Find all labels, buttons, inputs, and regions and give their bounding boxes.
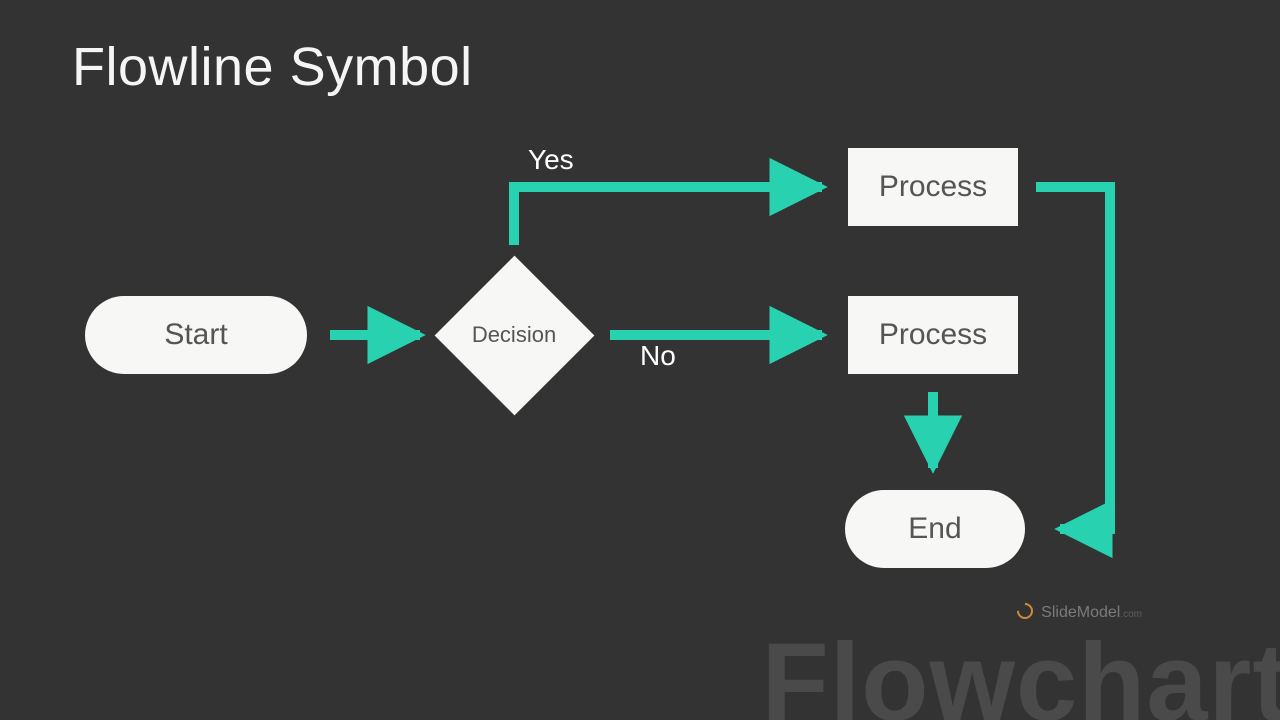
node-process-yes: Process <box>848 148 1018 226</box>
arrow-process-yes-end <box>1036 187 1110 529</box>
slide: Flowline Symbol Start Decision Process P… <box>0 0 1280 720</box>
branch-label-no: No <box>640 340 676 372</box>
slide-title: Flowline Symbol <box>72 36 473 98</box>
node-decision-label: Decision <box>472 322 556 348</box>
watermark-big: Flowchart <box>762 619 1280 720</box>
node-start-label: Start <box>164 318 227 352</box>
node-decision: Decision <box>434 255 594 415</box>
node-process-no: Process <box>848 296 1018 374</box>
node-end-label: End <box>908 512 961 546</box>
node-start: Start <box>85 296 307 374</box>
arrow-decision-process-yes <box>514 187 822 245</box>
node-end: End <box>845 490 1025 568</box>
node-process-no-label: Process <box>879 318 987 352</box>
node-process-yes-label: Process <box>879 170 987 204</box>
branch-label-yes: Yes <box>528 144 574 176</box>
